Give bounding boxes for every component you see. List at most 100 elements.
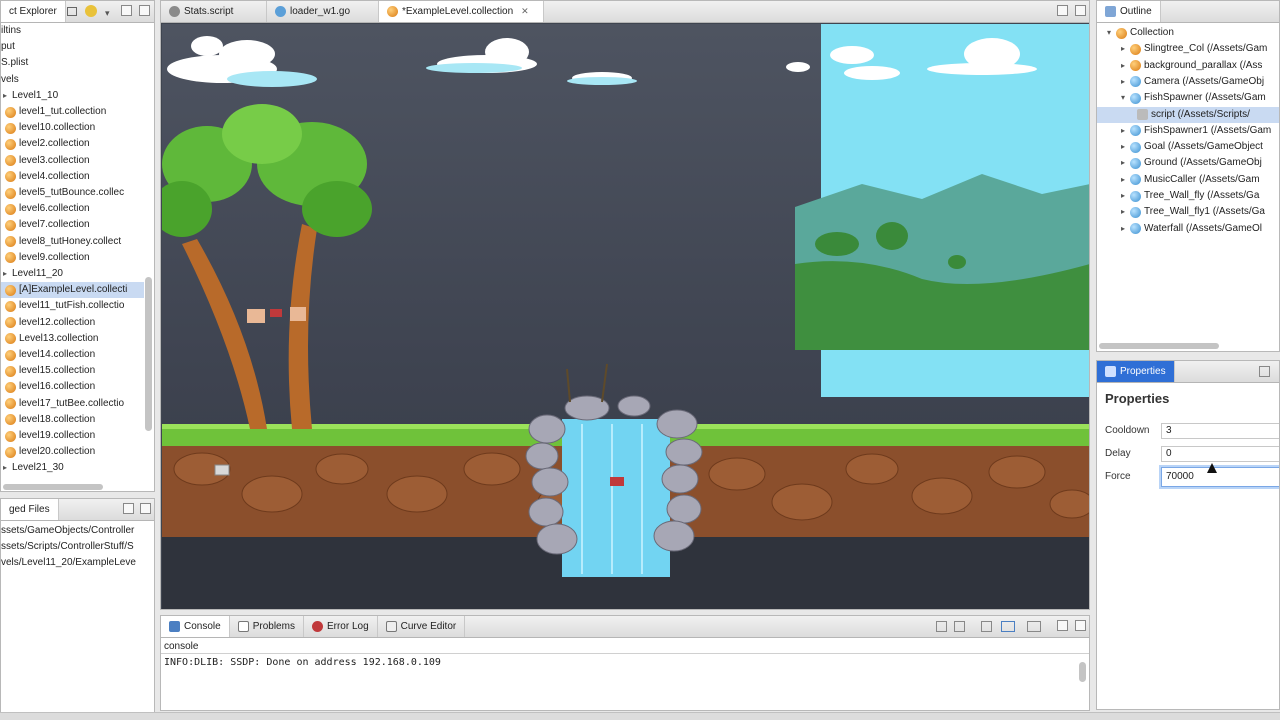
tree-item[interactable]: level2.collection xyxy=(1,136,144,152)
close-icon[interactable]: ✕ xyxy=(521,6,529,17)
expand-arrow-icon[interactable]: ▸ xyxy=(1119,188,1127,204)
tree-item[interactable]: level20.collection xyxy=(1,444,144,460)
tree-item[interactable]: vels xyxy=(1,72,144,88)
outline-item[interactable]: ▸ Tree_Wall_fly1 (/Assets/Ga xyxy=(1097,204,1279,220)
expand-arrow-icon[interactable]: ▸ xyxy=(1,266,9,282)
changed-minimize-button[interactable] xyxy=(123,503,134,514)
tree-item[interactable]: level16.collection xyxy=(1,379,144,395)
display-console-icon[interactable] xyxy=(1001,621,1015,632)
maximize-button[interactable] xyxy=(139,5,150,16)
folder-item[interactable]: ▸ Level21_30 xyxy=(1,460,144,476)
expand-arrow-icon[interactable]: ▸ xyxy=(1119,221,1127,237)
clear-console-icon[interactable] xyxy=(936,621,947,632)
tree-item[interactable]: level6.collection xyxy=(1,201,144,217)
cooldown-input[interactable]: 3 xyxy=(1161,423,1279,439)
folder-item[interactable]: ▸ Level1_10 xyxy=(1,88,144,104)
tree-item[interactable]: level11_tutFish.collectio xyxy=(1,298,144,314)
console-minimize-button[interactable] xyxy=(1057,620,1068,631)
changed-file-item[interactable]: ssets/Scripts/ControllerStuff/S xyxy=(1,539,134,555)
outline-item[interactable]: ▸ Slingtree_Col (/Assets/Gam xyxy=(1097,41,1279,57)
tree-item[interactable]: level9.collection xyxy=(1,250,144,266)
collapse-arrow-icon[interactable]: ▾ xyxy=(1105,25,1113,41)
force-input[interactable]: 70000 xyxy=(1161,467,1279,487)
tab-outline[interactable]: Outline xyxy=(1097,1,1161,22)
editor-minimize-button[interactable] xyxy=(1057,5,1068,16)
scroll-lock-icon[interactable] xyxy=(954,621,965,632)
expand-arrow-icon[interactable]: ▾ xyxy=(1119,90,1127,106)
tab-console[interactable]: Console xyxy=(161,616,230,637)
tree-item[interactable]: level15.collection xyxy=(1,363,144,379)
tree-item[interactable]: level10.collection xyxy=(1,120,144,136)
tree-item[interactable]: level4.collection xyxy=(1,169,144,185)
collapse-all-icon[interactable] xyxy=(67,7,77,16)
tree-item[interactable]: level17_tutBee.collectio xyxy=(1,396,144,412)
outline-item[interactable]: ▸ MusicCaller (/Assets/Gam xyxy=(1097,172,1279,188)
tree-item[interactable]: level14.collection xyxy=(1,347,144,363)
tab-error-log[interactable]: Error Log xyxy=(304,616,378,637)
explorer-scrollbar[interactable] xyxy=(145,277,152,431)
tree-item[interactable]: level7.collection xyxy=(1,217,144,233)
tree-item[interactable]: Level13.collection xyxy=(1,331,144,347)
tree-item[interactable]: level8_tutHoney.collect xyxy=(1,234,144,250)
expand-arrow-icon[interactable]: ▸ xyxy=(1119,139,1127,155)
tab-curve-editor[interactable]: Curve Editor xyxy=(378,616,466,637)
changed-file-item[interactable]: vels/Level11_20/ExampleLeve xyxy=(1,555,136,571)
expand-arrow-icon[interactable]: ▸ xyxy=(1,460,9,476)
expand-arrow-icon[interactable]: ▸ xyxy=(1119,41,1127,57)
expand-arrow-icon[interactable]: ▸ xyxy=(1,88,9,104)
scene-canvas[interactable] xyxy=(162,24,1089,609)
tree-item[interactable]: level18.collection xyxy=(1,412,144,428)
delay-input[interactable]: 0 xyxy=(1161,446,1279,462)
tree-item[interactable]: level3.collection xyxy=(1,153,144,169)
console-output[interactable]: INFO:DLIB: SSDP: Done on address 192.168… xyxy=(161,653,1089,710)
outline-item[interactable]: ▸ Goal (/Assets/GameObject xyxy=(1097,139,1279,155)
minimize-button[interactable] xyxy=(121,5,132,16)
view-menu-icon[interactable]: ▾ xyxy=(105,8,110,19)
tree-item[interactable]: [A]ExampleLevel.collecti xyxy=(1,282,144,299)
expand-arrow-icon[interactable]: ▸ xyxy=(1119,123,1127,139)
outline-root[interactable]: ▾ Collection xyxy=(1097,25,1174,41)
outline-item[interactable]: ▾ FishSpawner (/Assets/Gam xyxy=(1097,90,1279,106)
new-console-icon[interactable] xyxy=(1027,621,1041,632)
expand-arrow-icon[interactable]: ▸ xyxy=(1119,204,1127,220)
tree-item-label: [A]ExampleLevel.collecti xyxy=(19,284,128,296)
tab-changed-files[interactable]: ged Files xyxy=(1,499,59,520)
tree-item[interactable]: level5_tutBounce.collec xyxy=(1,185,144,201)
outline-item[interactable]: ▸ Ground (/Assets/GameObj xyxy=(1097,155,1279,171)
editor-tabbar: Stats.script loader_w1.go *ExampleLevel.… xyxy=(161,1,1089,23)
pin-console-icon[interactable] xyxy=(981,621,992,632)
tab-problems[interactable]: Problems xyxy=(230,616,304,637)
tree-item[interactable]: level12.collection xyxy=(1,315,144,331)
tab-stats-script[interactable]: Stats.script xyxy=(161,1,267,22)
tab-properties[interactable]: Properties xyxy=(1097,361,1175,382)
tab-loader-go[interactable]: loader_w1.go xyxy=(267,1,379,22)
outline-item[interactable]: ▸ Tree_Wall_fly (/Assets/Ga xyxy=(1097,188,1279,204)
expand-arrow-icon[interactable]: ▸ xyxy=(1119,58,1127,74)
tree-item[interactable]: level19.collection xyxy=(1,428,144,444)
expand-arrow-icon[interactable]: ▸ xyxy=(1119,155,1127,171)
folder-item[interactable]: ▸ Level11_20 xyxy=(1,266,144,282)
console-scrollbar[interactable] xyxy=(1079,662,1086,682)
tab-example-level[interactable]: *ExampleLevel.collection ✕ xyxy=(379,1,544,22)
outline-hscrollbar[interactable] xyxy=(1099,343,1219,349)
tree-item[interactable]: put xyxy=(1,39,144,55)
outline-item[interactable]: ▸ Camera (/Assets/GameObj xyxy=(1097,74,1279,90)
outline-item[interactable]: script (/Assets/Scripts/ xyxy=(1097,106,1279,123)
properties-menu-icon[interactable] xyxy=(1259,366,1270,377)
outline-item[interactable]: ▸ Waterfall (/Assets/GameOl xyxy=(1097,221,1279,237)
collection-icon xyxy=(5,219,16,231)
expand-arrow-icon[interactable]: ▸ xyxy=(1119,172,1127,188)
tree-item[interactable]: level1_tut.collection xyxy=(1,104,144,120)
link-editor-icon[interactable] xyxy=(85,5,97,17)
tree-item[interactable]: iltins xyxy=(1,23,144,39)
tree-item[interactable]: S.plist xyxy=(1,55,144,71)
expand-arrow-icon[interactable]: ▸ xyxy=(1119,74,1127,90)
explorer-hscrollbar[interactable] xyxy=(3,484,103,490)
outline-item[interactable]: ▸ background_parallax (/Ass xyxy=(1097,58,1279,74)
outline-item[interactable]: ▸ FishSpawner1 (/Assets/Gam xyxy=(1097,123,1279,139)
editor-maximize-button[interactable] xyxy=(1075,5,1086,16)
changed-file-item[interactable]: ssets/GameObjects/Controller xyxy=(1,523,134,539)
tab-project-explorer[interactable]: ct Explorer xyxy=(1,1,66,22)
console-maximize-button[interactable] xyxy=(1075,620,1086,631)
changed-maximize-button[interactable] xyxy=(140,503,151,514)
